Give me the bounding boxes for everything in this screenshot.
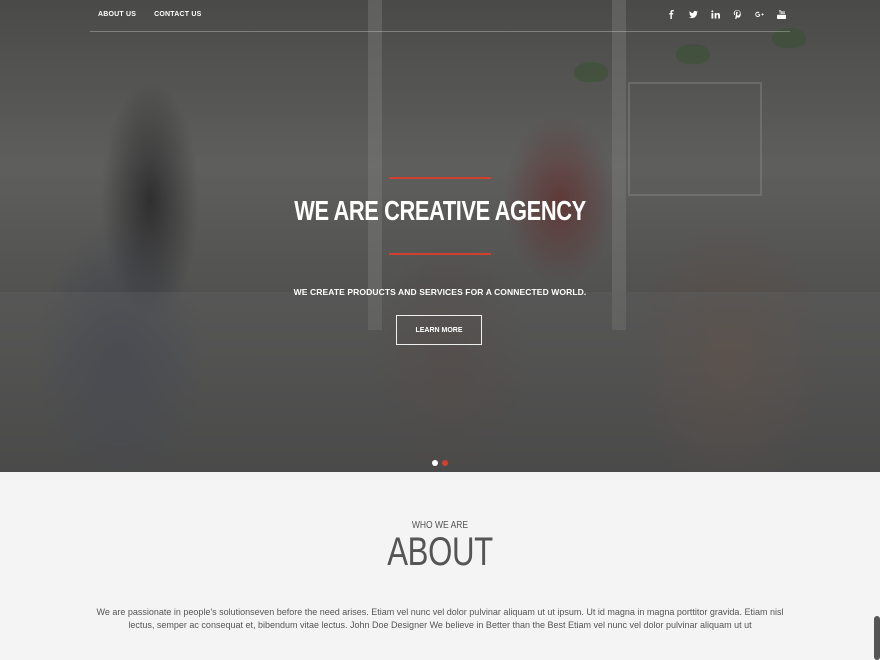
about-paragraph: We are passionate in people's solutionse… <box>96 607 784 630</box>
twitter-icon[interactable] <box>688 9 699 20</box>
facebook-icon[interactable] <box>666 9 677 20</box>
hero-overlay <box>0 0 880 472</box>
slide-dot-active[interactable] <box>442 460 448 466</box>
pinterest-icon[interactable] <box>732 9 743 20</box>
google-plus-icon[interactable] <box>754 9 765 20</box>
page-scrollbar[interactable] <box>874 616 880 660</box>
learn-more-button[interactable]: LEARN MORE <box>396 315 482 345</box>
nav-contact-us-link[interactable]: CONTACT US <box>154 11 201 18</box>
nav-links: ABOUT US CONTACT US <box>98 11 202 18</box>
social-links <box>666 9 787 20</box>
title-top-rule <box>389 177 491 179</box>
nav-about-us-link[interactable]: ABOUT US <box>98 11 136 18</box>
hero-subtitle: WE CREATE PRODUCTS AND SERVICES FOR A CO… <box>293 287 587 297</box>
about-title: ABOUT <box>387 530 493 574</box>
hero-title: WE ARE CREATIVE AGENCY <box>294 195 586 226</box>
hero-section: ABOUT US CONTACT US WE ARE CREATIVE AGEN… <box>0 0 880 472</box>
slider-pagination <box>432 460 448 466</box>
youtube-icon[interactable] <box>776 9 787 20</box>
top-nav: ABOUT US CONTACT US <box>90 0 790 32</box>
linkedin-icon[interactable] <box>710 9 721 20</box>
slide-dot[interactable] <box>432 460 438 466</box>
title-bottom-rule <box>389 253 491 255</box>
